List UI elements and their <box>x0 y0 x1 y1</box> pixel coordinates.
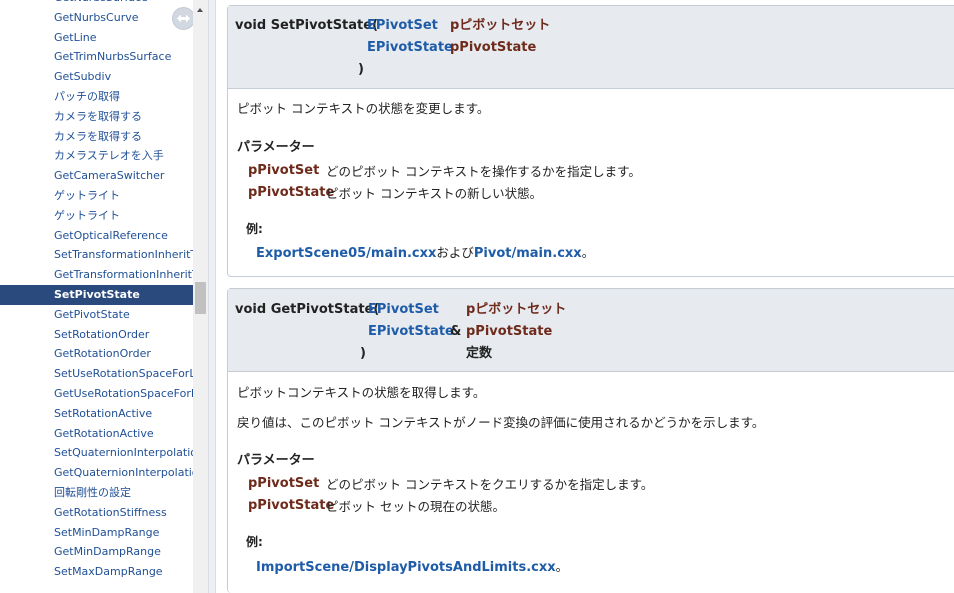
reference-marker: & <box>450 324 462 339</box>
toc-item[interactable]: GetSubdiv <box>0 67 193 87</box>
scroll-up-arrow-icon[interactable] <box>193 0 208 17</box>
toc-item[interactable]: GetCameraSwitcher <box>0 166 193 186</box>
param-type-link[interactable]: EPivotSet <box>368 302 439 318</box>
toc-item[interactable]: SetMinDampRange <box>0 523 193 543</box>
toc-item[interactable]: GetOpticalReference <box>0 226 193 246</box>
example-period: 。 <box>581 245 595 260</box>
example-link[interactable]: ImportScene/DisplayPivotsAndLimits.cxx <box>256 560 556 575</box>
toc-item[interactable]: GetPivotState <box>0 305 193 325</box>
description-text: ピボットコンテキストの状態を取得します。 <box>237 385 486 400</box>
scroll-thumb[interactable] <box>195 282 206 314</box>
member-card-getpivotstate: void GetPivotState( EPivotSet pピボットセット E… <box>227 288 954 593</box>
signature-prefix: void GetPivotState( <box>235 302 380 317</box>
toc-item[interactable]: カメラステレオを入手 <box>0 146 193 166</box>
toc-item[interactable]: GetTransformationInheritType <box>0 265 193 285</box>
param-name: pPivotState <box>450 40 537 55</box>
param-name: pPivotState <box>248 498 335 513</box>
toc-item[interactable]: SetRotationOrder <box>0 325 193 345</box>
toc-list: GetNurbsSurfaceGetNurbsCurveGetLineGetTr… <box>0 0 193 582</box>
toc-item[interactable]: GetNurbsCurve <box>0 8 193 28</box>
sidebar-scrollbar[interactable] <box>193 0 208 593</box>
toc-item[interactable]: カメラを取得する <box>0 107 193 127</box>
param-type-link[interactable]: EPivotState <box>367 40 453 56</box>
param-name: pPivotState <box>466 324 553 339</box>
toc-item[interactable]: GetUseRotationSpaceForLimitOnly <box>0 384 193 404</box>
toc-item[interactable]: SetMaxDampRange <box>0 562 193 582</box>
param-type-link[interactable]: EPivotSet <box>367 18 438 34</box>
description-text: ピボット コンテキストの状態を変更します。 <box>237 101 490 116</box>
return-description: 戻り値は、このピボット コンテキストがノード変換の評価に使用されるかどうかを示し… <box>237 415 765 430</box>
member-signature: void SetPivotState( EPivotSet pピボットセット E… <box>228 6 954 89</box>
toc-item[interactable]: SetPivotState <box>0 284 193 305</box>
toc-item[interactable]: SetQuaternionInterpolation <box>0 443 193 463</box>
example-label: 例: <box>246 535 263 549</box>
content-pane: void SetPivotState( EPivotSet pピボットセット E… <box>216 0 954 593</box>
toc-sidebar: GetNurbsSurfaceGetNurbsCurveGetLineGetTr… <box>0 0 193 593</box>
params-heading: パラメーター <box>237 140 315 155</box>
toc-item[interactable]: GetRotationStiffness <box>0 503 193 523</box>
toc-item[interactable]: カメラを取得する <box>0 127 193 147</box>
example-link[interactable]: Pivot/main.cxx <box>474 246 582 261</box>
toc-item[interactable]: GetMinDampRange <box>0 542 193 562</box>
toc-item[interactable]: 回転剛性の設定 <box>0 483 193 503</box>
const-qualifier: 定数 <box>466 346 493 361</box>
example-label: 例: <box>246 222 263 236</box>
toc-item[interactable]: GetTrimNurbsSurface <box>0 47 193 67</box>
param-name: pPivotState <box>248 185 335 200</box>
signature-prefix: void SetPivotState( <box>235 18 379 33</box>
param-description: ピボット セットの現在の状態。 <box>326 499 505 514</box>
example-line: ExportScene05/main.cxxおよびPivot/main.cxx。 <box>256 245 594 262</box>
toc-item[interactable]: ゲットライト <box>0 186 193 206</box>
param-type-link[interactable]: EPivotState <box>368 324 454 340</box>
toc-item[interactable]: GetNurbsSurface <box>0 0 193 8</box>
param-name: pピボットセット <box>450 18 551 33</box>
param-description: どのピボット コンテキストを操作するかを指定します。 <box>326 164 641 179</box>
signature-close: ) <box>360 346 366 361</box>
pane-splitter[interactable] <box>208 0 216 593</box>
member-card-setpivotstate: void SetPivotState( EPivotSet pピボットセット E… <box>227 5 954 277</box>
sync-arrows-icon <box>177 14 190 23</box>
sync-toc-button[interactable] <box>173 8 193 29</box>
example-connector: および <box>436 245 474 260</box>
params-heading: パラメーター <box>237 453 315 468</box>
toc-item[interactable]: SetRotationActive <box>0 404 193 424</box>
param-name: pピボットセット <box>466 302 567 317</box>
signature-close: ) <box>358 62 364 77</box>
toc-item[interactable]: SetTransformationInheritType <box>0 245 193 265</box>
param-name: pPivotSet <box>248 476 320 491</box>
toc-item[interactable]: GetRotationActive <box>0 424 193 444</box>
param-description: ピボット コンテキストの新しい状態。 <box>326 186 543 201</box>
toc-item[interactable]: パッチの取得 <box>0 87 193 107</box>
toc-item[interactable]: GetQuaternionInterpolation <box>0 463 193 483</box>
toc-item[interactable]: GetRotationOrder <box>0 344 193 364</box>
param-description: どのピボット コンテキストをクエリするかを指定します。 <box>326 477 654 492</box>
member-signature: void GetPivotState( EPivotSet pピボットセット E… <box>228 289 954 372</box>
toc-item[interactable]: ゲットライト <box>0 206 193 226</box>
example-link[interactable]: ExportScene05/main.cxx <box>256 246 436 261</box>
param-name: pPivotSet <box>248 163 320 178</box>
toc-item[interactable]: SetUseRotationSpaceForLimitOnly <box>0 364 193 384</box>
toc-item[interactable]: GetLine <box>0 28 193 48</box>
example-period: 。 <box>555 559 569 574</box>
example-line: ImportScene/DisplayPivotsAndLimits.cxx。 <box>256 559 568 576</box>
